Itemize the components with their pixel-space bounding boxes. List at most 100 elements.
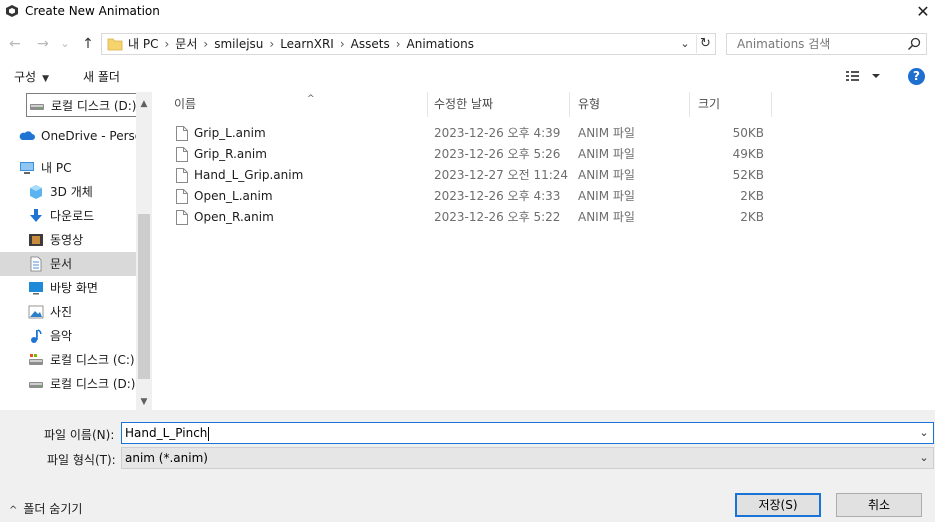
drive-icon	[29, 382, 43, 388]
search-input[interactable]: Animations 검색	[726, 33, 927, 55]
column-header-date[interactable]: 수정한 날짜	[426, 92, 570, 117]
sidebar-item-downloads[interactable]: 다운로드	[0, 204, 136, 228]
column-header-label: 크기	[698, 97, 721, 111]
text-cursor	[208, 426, 210, 441]
address-dropdown-button[interactable]: ⌄	[677, 35, 693, 53]
column-divider[interactable]	[771, 92, 772, 117]
navigation-pane: 로컬 디스크 (D:) OneDrive - Personal 내 PC 3D …	[0, 92, 152, 410]
column-header-label: 수정한 날짜	[434, 97, 494, 111]
file-icon	[176, 189, 188, 204]
filename-value: Hand_L_Pinch	[125, 423, 210, 443]
sidebar-item-music[interactable]: 음악	[0, 324, 136, 348]
file-date: 2023-12-27 오전 11:24	[434, 168, 569, 182]
table-row[interactable]: Grip_L.anim 2023-12-26 오후 4:39 ANIM 파일 5…	[152, 123, 772, 144]
drive-c-icon	[29, 354, 43, 365]
window-title: Create New Animation	[25, 4, 160, 18]
filetype-dropdown-button[interactable]: ⌄	[917, 449, 931, 467]
sidebar-item-drive-c[interactable]: 로컬 디스크 (C:)	[0, 348, 136, 372]
sidebar-item-3d-objects[interactable]: 3D 개체	[0, 180, 136, 204]
sidebar-item-label: 사진	[50, 305, 73, 319]
filename-label: 파일 이름(N):	[44, 428, 115, 442]
breadcrumb-item-assets[interactable]: Assets	[351, 37, 390, 51]
up-button[interactable]: ↑	[78, 34, 98, 54]
file-date: 2023-12-26 오후 5:26	[434, 147, 561, 161]
pictures-icon	[28, 305, 44, 319]
file-icon	[176, 168, 188, 183]
table-row[interactable]: Hand_L_Grip.anim 2023-12-27 오전 11:24 ANI…	[152, 165, 772, 186]
table-row[interactable]: Grip_R.anim 2023-12-26 오후 5:26 ANIM 파일 4…	[152, 144, 772, 165]
breadcrumb-separator[interactable]: ›	[269, 37, 274, 51]
refresh-button[interactable]: ↻	[696, 35, 714, 53]
scrollbar-thumb[interactable]	[138, 214, 150, 379]
sidebar-item-onedrive[interactable]: OneDrive - Personal	[0, 124, 136, 148]
column-header-size[interactable]: 크기	[690, 92, 772, 117]
address-bar[interactable]: 내 PC › 문서 › smilejsu › LearnXRI › Assets › Animati…	[101, 33, 716, 55]
breadcrumb-separator[interactable]: ›	[164, 37, 169, 51]
save-panel: 파일 이름(N): Hand_L_Pinch ⌄ 파일 형식(T): anim …	[0, 410, 935, 522]
breadcrumb-separator[interactable]: ›	[340, 37, 345, 51]
scroll-down-button[interactable]: ▼	[136, 394, 152, 410]
breadcrumb-item-smilejsu[interactable]: smilejsu	[214, 37, 263, 51]
sidebar-item-label: 문서	[50, 257, 73, 271]
file-date: 2023-12-26 오후 5:22	[434, 210, 561, 224]
table-row[interactable]: Open_L.anim 2023-12-26 오후 4:33 ANIM 파일 2…	[152, 186, 772, 207]
file-type: ANIM 파일	[578, 126, 635, 140]
sidebar-item-documents[interactable]: 문서	[0, 252, 136, 276]
sidebar-item-desktop[interactable]: 바탕 화면	[0, 276, 136, 300]
breadcrumb-separator[interactable]: ›	[203, 37, 208, 51]
sidebar-item-label: 다운로드	[50, 209, 95, 223]
sidebar-item-label: OneDrive - Personal	[41, 129, 136, 143]
sidebar-item-this-pc[interactable]: 내 PC	[0, 156, 136, 180]
drive-icon	[30, 104, 44, 110]
recent-locations-button[interactable]: ⌄	[58, 34, 72, 54]
scroll-up-button[interactable]: ▲	[136, 96, 152, 112]
breadcrumb-separator[interactable]: ›	[396, 37, 401, 51]
file-type: ANIM 파일	[578, 147, 635, 161]
file-icon	[176, 210, 188, 225]
close-button[interactable]: ✕	[911, 1, 935, 23]
sidebar-item-label: 내 PC	[41, 161, 72, 175]
filename-input[interactable]: Hand_L_Pinch ⌄	[121, 422, 934, 444]
file-name: Open_R.anim	[194, 210, 274, 224]
help-button[interactable]: ?	[908, 68, 925, 85]
sidebar-item-drive-d-2[interactable]: 로컬 디스크 (D:)	[0, 372, 136, 396]
filetype-select[interactable]: anim (*.anim) ⌄	[121, 447, 934, 469]
file-type: ANIM 파일	[578, 210, 635, 224]
file-icon	[176, 126, 188, 141]
navigation-bar: ← → ⌄ ↑ 내 PC › 문서 › smilejsu › LearnXRI › Assets…	[0, 30, 935, 58]
sidebar-item-label: 음악	[50, 329, 73, 343]
file-size: 50KB	[732, 126, 764, 140]
chevron-up-icon: ^	[9, 505, 18, 516]
column-header-name[interactable]: 이름 ^	[166, 92, 428, 117]
sidebar-item-pictures[interactable]: 사진	[0, 300, 136, 324]
documents-icon	[30, 256, 42, 272]
column-header-type[interactable]: 유형	[570, 92, 690, 117]
organize-button[interactable]: 구성 ▼	[14, 68, 49, 85]
view-options-button[interactable]	[844, 68, 884, 84]
forward-button[interactable]: →	[33, 34, 53, 54]
filename-dropdown-button[interactable]: ⌄	[917, 424, 931, 442]
breadcrumb-item-documents[interactable]: 문서	[175, 37, 197, 51]
save-button[interactable]: 저장(S)	[735, 493, 821, 517]
sidebar-item-label: 로컬 디스크 (D:)	[51, 99, 137, 113]
sidebar-item-videos[interactable]: 동영상	[0, 228, 136, 252]
hide-folders-button[interactable]: ^ 폴더 숨기기	[9, 500, 82, 517]
breadcrumb-item-animations[interactable]: Animations	[407, 37, 474, 51]
sidebar-item-label: 동영상	[50, 233, 84, 247]
file-name: Open_L.anim	[194, 189, 273, 203]
music-icon	[31, 329, 42, 343]
sidebar-item-drive-d[interactable]: 로컬 디스크 (D:)	[26, 93, 138, 117]
back-button[interactable]: ←	[5, 34, 25, 54]
breadcrumb-item-learnxri[interactable]: LearnXRI	[280, 37, 334, 51]
sidebar-scrollbar[interactable]: ▲ ▼	[136, 92, 152, 410]
column-headers: 이름 ^ 수정한 날짜 유형 크기	[152, 92, 772, 117]
filetype-value: anim (*.anim)	[125, 451, 208, 465]
table-row[interactable]: Open_R.anim 2023-12-26 오후 5:22 ANIM 파일 2…	[152, 207, 772, 228]
breadcrumb-item-pc[interactable]: 내 PC	[128, 37, 158, 51]
folder-icon	[107, 38, 123, 51]
cancel-button[interactable]: 취소	[836, 493, 922, 517]
file-size: 52KB	[732, 168, 764, 182]
new-folder-button[interactable]: 새 폴더	[83, 68, 120, 85]
file-name: Grip_L.anim	[194, 126, 266, 140]
video-icon	[29, 234, 43, 246]
